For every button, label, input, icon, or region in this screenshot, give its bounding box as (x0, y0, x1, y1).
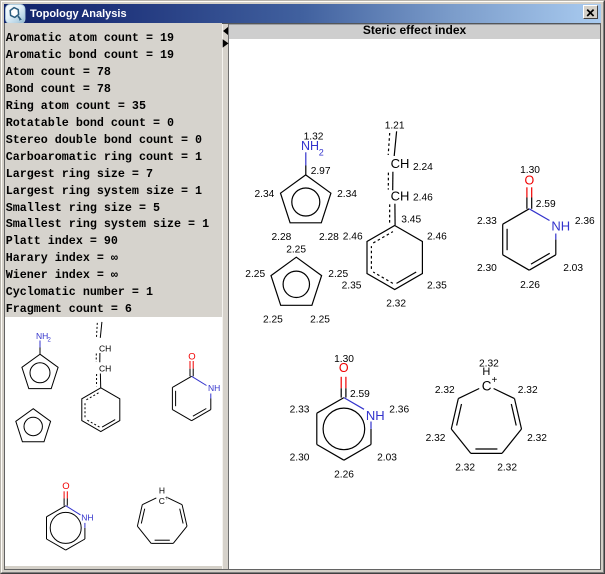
svg-text:CH: CH (99, 364, 111, 374)
svg-text:2.32: 2.32 (527, 433, 547, 444)
svg-text:1.30: 1.30 (520, 165, 540, 176)
svg-text:2.25: 2.25 (245, 269, 265, 280)
svg-text:2.46: 2.46 (343, 231, 363, 242)
svg-text:1.30: 1.30 (334, 354, 354, 365)
svg-text:2.33: 2.33 (290, 404, 310, 415)
svg-text:2.32: 2.32 (518, 385, 538, 396)
svg-text:2.28: 2.28 (319, 232, 339, 243)
svg-text:2.34: 2.34 (255, 189, 275, 200)
svg-text:3.45: 3.45 (401, 215, 421, 226)
svg-text:2.25: 2.25 (286, 244, 306, 255)
svg-text:2.36: 2.36 (389, 404, 409, 415)
svg-text:2.46: 2.46 (427, 231, 447, 242)
svg-text:2.24: 2.24 (413, 162, 433, 173)
svg-text:2: 2 (48, 337, 52, 343)
svg-text:2.59: 2.59 (350, 389, 370, 400)
svg-text:2: 2 (319, 147, 324, 157)
svg-text:2.36: 2.36 (575, 216, 595, 227)
svg-text:2.32: 2.32 (386, 298, 406, 309)
svg-text:2.25: 2.25 (263, 314, 283, 325)
svg-text:2.26: 2.26 (520, 280, 540, 291)
svg-text:1.21: 1.21 (385, 120, 405, 131)
svg-text:CH: CH (391, 188, 410, 203)
svg-text:2.33: 2.33 (477, 216, 497, 227)
svg-text:1.32: 1.32 (304, 131, 324, 142)
svg-text:C: C (159, 496, 165, 506)
svg-text:2.35: 2.35 (342, 280, 362, 291)
svg-text:2.25: 2.25 (328, 269, 348, 280)
svg-text:2.32: 2.32 (426, 433, 446, 444)
svg-text:NH: NH (208, 383, 220, 393)
svg-text:NH: NH (366, 408, 385, 423)
svg-text:NH: NH (81, 512, 93, 522)
svg-text:2.30: 2.30 (477, 263, 497, 274)
svg-text:H: H (159, 485, 165, 495)
svg-text:C: C (482, 379, 492, 394)
svg-text:2.03: 2.03 (563, 263, 583, 274)
svg-text:2.25: 2.25 (310, 314, 330, 325)
svg-text:O: O (62, 481, 69, 492)
svg-text:CH: CH (391, 156, 410, 171)
svg-text:2.26: 2.26 (334, 470, 354, 481)
svg-text:2.97: 2.97 (311, 166, 331, 177)
svg-text:2.32: 2.32 (479, 359, 499, 370)
svg-text:2.30: 2.30 (290, 452, 310, 463)
svg-text:2.59: 2.59 (536, 199, 556, 210)
svg-text:+: + (492, 375, 498, 386)
svg-text:2.34: 2.34 (337, 189, 357, 200)
svg-text:CH: CH (99, 343, 111, 353)
svg-text:2.35: 2.35 (427, 280, 447, 291)
svg-text:+: + (165, 495, 169, 502)
svg-text:2.03: 2.03 (377, 452, 397, 463)
svg-text:2.32: 2.32 (497, 462, 517, 473)
svg-text:NH: NH (551, 219, 570, 234)
svg-text:2.46: 2.46 (413, 192, 433, 203)
svg-text:O: O (188, 352, 195, 363)
svg-text:2.32: 2.32 (455, 462, 475, 473)
svg-text:2.28: 2.28 (272, 232, 292, 243)
svg-text:NH: NH (36, 331, 48, 341)
svg-text:2.32: 2.32 (435, 385, 455, 396)
